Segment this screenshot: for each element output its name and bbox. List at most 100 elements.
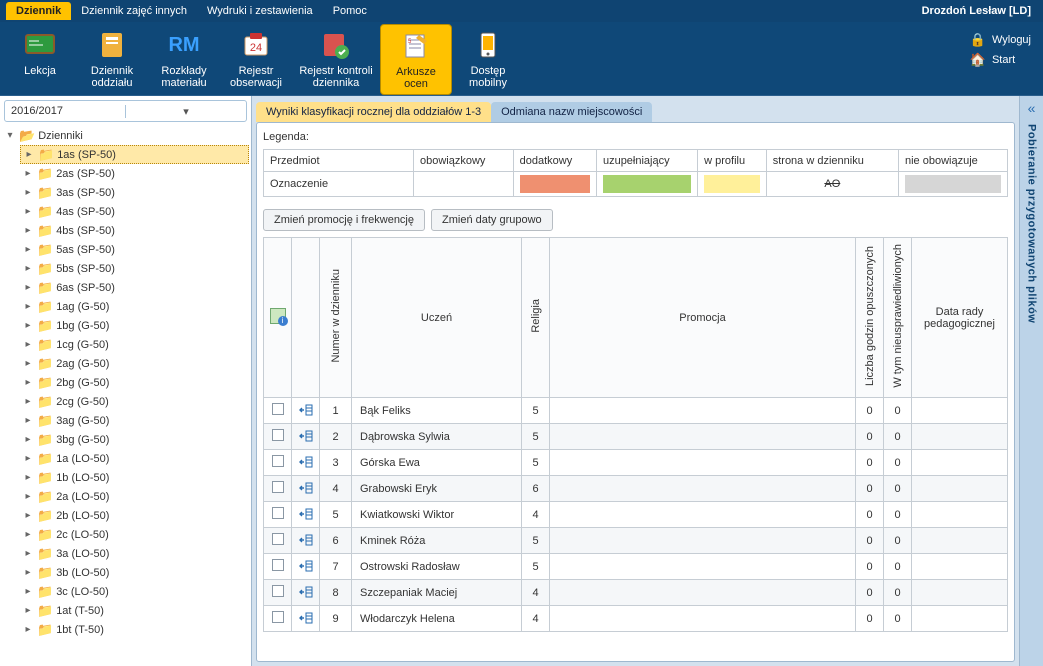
row-edit[interactable] xyxy=(292,528,320,554)
row-edit[interactable] xyxy=(292,554,320,580)
expand-icon[interactable]: ▸ xyxy=(22,472,34,483)
row-checkbox[interactable] xyxy=(264,528,292,554)
expand-icon[interactable]: ▸ xyxy=(22,377,34,388)
tree-item[interactable]: ▸📁1b (LO-50) xyxy=(20,468,249,487)
row-checkbox[interactable] xyxy=(264,424,292,450)
tree-item[interactable]: ▸📁6as (SP-50) xyxy=(20,278,249,297)
expand-icon[interactable]: ▸ xyxy=(22,434,34,445)
tree-item[interactable]: ▸📁5as (SP-50) xyxy=(20,240,249,259)
tree-item[interactable]: ▸📁2b (LO-50) xyxy=(20,506,249,525)
expand-icon[interactable]: ▸ xyxy=(22,320,34,331)
expand-icon[interactable]: ▸ xyxy=(22,263,34,274)
ribbon-arkusze[interactable]: 5 Arkusze ocen xyxy=(380,24,452,95)
menu-tab-wydruki[interactable]: Wydruki i zestawienia xyxy=(197,2,323,20)
expand-icon[interactable]: ▸ xyxy=(22,187,34,198)
tree-item[interactable]: ▸📁3bg (G-50) xyxy=(20,430,249,449)
expand-icon[interactable]: ▸ xyxy=(22,168,34,179)
row-edit[interactable] xyxy=(292,450,320,476)
tree-item[interactable]: ▸📁1as (SP-50) xyxy=(20,145,249,164)
expand-icon[interactable]: ▸ xyxy=(22,301,34,312)
btn-zmien-promocje[interactable]: Zmień promocję i frekwencję xyxy=(263,209,425,231)
row-checkbox[interactable] xyxy=(264,502,292,528)
expand-icon[interactable]: ▸ xyxy=(22,586,34,597)
row-edit[interactable] xyxy=(292,580,320,606)
tab-wyniki[interactable]: Wyniki klasyfikacji rocznej dla oddziałó… xyxy=(256,102,491,122)
row-edit[interactable] xyxy=(292,502,320,528)
ribbon-dziennik-oddzialu[interactable]: Dziennik oddziału xyxy=(76,24,148,95)
expand-icon[interactable]: ▸ xyxy=(22,206,34,217)
row-checkbox[interactable] xyxy=(264,476,292,502)
tree-item[interactable]: ▸📁4bs (SP-50) xyxy=(20,221,249,240)
cell-opuszcz: 0 xyxy=(856,450,884,476)
expand-icon[interactable]: ▸ xyxy=(22,548,34,559)
grades-grid: Numer w dzienniku Uczeń Religia Promocja… xyxy=(263,237,1008,632)
ribbon-lekcja[interactable]: Lekcja xyxy=(4,24,76,95)
tree-item[interactable]: ▸📁1at (T-50) xyxy=(20,601,249,620)
tree-item[interactable]: ▸📁3as (SP-50) xyxy=(20,183,249,202)
chevron-down-icon[interactable]: ▾ xyxy=(125,105,246,118)
col-checkbox[interactable] xyxy=(264,238,292,398)
menu-tab-inne[interactable]: Dziennik zajęć innych xyxy=(71,2,197,20)
year-select[interactable]: 2016/2017 ▾ xyxy=(4,100,247,122)
expand-icon[interactable]: ▸ xyxy=(22,491,34,502)
tree-item[interactable]: ▸📁5bs (SP-50) xyxy=(20,259,249,278)
tree-item[interactable]: ▸📁4as (SP-50) xyxy=(20,202,249,221)
row-checkbox[interactable] xyxy=(264,398,292,424)
ribbon-rejestr-kontroli[interactable]: Rejestr kontroli dziennika xyxy=(292,24,380,95)
rail-label[interactable]: Pobieranie przygotowanych plików xyxy=(1026,120,1038,323)
row-checkbox[interactable] xyxy=(264,580,292,606)
row-checkbox[interactable] xyxy=(264,554,292,580)
expand-icon[interactable]: ▸ xyxy=(22,339,34,350)
row-checkbox[interactable] xyxy=(264,450,292,476)
menu-tab-dziennik[interactable]: Dziennik xyxy=(6,2,71,20)
ribbon-rozklady[interactable]: RM Rozkłady materiału xyxy=(148,24,220,95)
tree-item[interactable]: ▸📁3b (LO-50) xyxy=(20,563,249,582)
row-edit[interactable] xyxy=(292,398,320,424)
tree-item[interactable]: ▸📁1a (LO-50) xyxy=(20,449,249,468)
expand-icon[interactable]: ▸ xyxy=(22,567,34,578)
expand-icon[interactable]: ▸ xyxy=(22,244,34,255)
tree-item[interactable]: ▸📁3a (LO-50) xyxy=(20,544,249,563)
expand-icon[interactable]: ▸ xyxy=(22,453,34,464)
expand-icon[interactable]: ▸ xyxy=(22,358,34,369)
tree-item[interactable]: ▸📁1ag (G-50) xyxy=(20,297,249,316)
tree-item[interactable]: ▸📁3c (LO-50) xyxy=(20,582,249,601)
row-edit[interactable] xyxy=(292,476,320,502)
logout-link[interactable]: 🔒 Wyloguj xyxy=(970,30,1031,50)
btn-zmien-daty[interactable]: Zmień daty grupowo xyxy=(431,209,553,231)
ribbon-right: 🔒 Wyloguj 🏠 Start xyxy=(970,24,1039,95)
rail-expand-icon[interactable]: « xyxy=(1028,96,1036,120)
expand-icon[interactable]: ▸ xyxy=(22,624,34,635)
tree[interactable]: ▾ 📂 Dzienniki ▸📁1as (SP-50)▸📁2as (SP-50)… xyxy=(0,126,251,666)
expand-icon[interactable]: ▸ xyxy=(22,396,34,407)
expand-icon[interactable]: ▸ xyxy=(22,605,34,616)
tab-odmiana[interactable]: Odmiana nazw miejscowości xyxy=(491,102,652,122)
start-link[interactable]: 🏠 Start xyxy=(970,50,1031,70)
row-checkbox[interactable] xyxy=(264,606,292,632)
tree-item[interactable]: ▸📁1bt (T-50) xyxy=(20,620,249,639)
expand-icon[interactable]: ▸ xyxy=(22,529,34,540)
ribbon-mobilny[interactable]: Dostęp mobilny xyxy=(452,24,524,95)
tree-item[interactable]: ▸📁2as (SP-50) xyxy=(20,164,249,183)
tree-item[interactable]: ▸📁3ag (G-50) xyxy=(20,411,249,430)
ribbon-rejestr-obs[interactable]: 24 Rejestr obserwacji xyxy=(220,24,292,95)
cell-opuszcz: 0 xyxy=(856,424,884,450)
expand-icon[interactable]: ▸ xyxy=(22,415,34,426)
tree-item[interactable]: ▸📁1cg (G-50) xyxy=(20,335,249,354)
tree-root[interactable]: ▾ 📂 Dzienniki xyxy=(2,126,249,145)
expand-icon[interactable]: ▸ xyxy=(22,282,34,293)
tree-item[interactable]: ▸📁2a (LO-50) xyxy=(20,487,249,506)
expand-icon[interactable]: ▸ xyxy=(23,149,35,160)
expand-icon[interactable]: ▸ xyxy=(22,225,34,236)
tree-item[interactable]: ▸📁2cg (G-50) xyxy=(20,392,249,411)
tree-item[interactable]: ▸📁1bg (G-50) xyxy=(20,316,249,335)
row-edit[interactable] xyxy=(292,606,320,632)
collapse-icon[interactable]: ▾ xyxy=(4,130,16,141)
tree-item[interactable]: ▸📁2ag (G-50) xyxy=(20,354,249,373)
row-edit[interactable] xyxy=(292,424,320,450)
tree-item[interactable]: ▸📁2bg (G-50) xyxy=(20,373,249,392)
menu-tab-pomoc[interactable]: Pomoc xyxy=(323,2,377,20)
svg-text:24: 24 xyxy=(250,42,262,54)
expand-icon[interactable]: ▸ xyxy=(22,510,34,521)
tree-item[interactable]: ▸📁2c (LO-50) xyxy=(20,525,249,544)
